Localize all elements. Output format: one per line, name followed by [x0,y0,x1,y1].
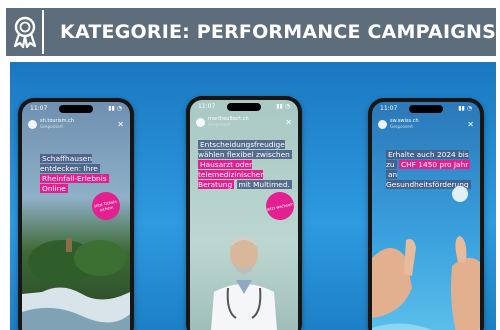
signal-icon: ▮▮ ◔ [276,103,290,110]
category-header: KATEGORIE: PERFORMANCE CAMPAIGNS [6,8,496,56]
category-title: KATEGORIE: PERFORMANCE CAMPAIGNS [60,21,496,43]
campaign-showcase: 11:07 ▮▮ ◔ sh.tourism.ch Gesponsert ✕ Scha… [10,62,496,330]
sponsored-label: Gesponsert [390,124,413,129]
avatar [196,117,205,127]
award-icon-box [8,10,45,54]
doctor-image [211,236,277,330]
badge-icon [452,186,468,202]
phone-screen-2: 11:07 ▮▮ ◔ mw.theulbert.ch Gesponsert ✕ En… [190,100,298,330]
ad-caption-2: Entscheidungsfreudige wählen flexibel zw… [198,140,292,189]
status-time: 11:07 [198,103,216,110]
close-icon[interactable]: ✕ [285,118,292,127]
phone-mockup-2: 11:07 ▮▮ ◔ mw.theulbert.ch Gesponsert ✕ En… [186,96,302,330]
hands-water-image [372,236,480,330]
award-ribbon-icon [13,16,37,49]
ad-caption-3: Erhalte auch 2024 bis zu CHF 1450 pro Ja… [386,150,471,189]
waterfall-landscape-image [22,238,130,330]
signal-icon: ▮▮ ◔ [108,105,122,112]
phone-mockup-1: 11:07 ▮▮ ◔ sh.tourism.ch Gesponsert ✕ Scha… [18,98,134,330]
phone-mockup-3: 11:07 ▮▮ ◔ sw.swiss.ch Gesponsert ✕ Erhalt… [368,98,484,330]
phone-screen-1: 11:07 ▮▮ ◔ sh.tourism.ch Gesponsert ✕ Scha… [22,102,130,330]
cta-sticker-1[interactable]: Jetzt Tickets sichern [89,189,123,223]
ad-caption-1: Schaffhausen entdecken: Ihre Rheinfall-E… [40,154,109,193]
close-icon[interactable]: ✕ [467,120,474,129]
account-row: mw.theulbert.ch Gesponsert ✕ [196,116,292,128]
signal-icon: ▮▮ ◔ [458,105,472,112]
phone-screen-3: 11:07 ▮▮ ◔ sw.swiss.ch Gesponsert ✕ Erhalt… [372,102,480,330]
account-row: sw.swiss.ch Gesponsert ✕ [378,118,474,130]
close-icon[interactable]: ✕ [117,120,124,129]
status-time: 11:07 [380,105,398,112]
sponsored-label: Gesponsert [208,122,231,127]
status-time: 11:07 [30,105,48,112]
account-row: sh.tourism.ch Gesponsert ✕ [28,118,124,130]
avatar [28,119,37,129]
avatar [378,119,387,129]
sponsored-label: Gesponsert [40,124,63,129]
